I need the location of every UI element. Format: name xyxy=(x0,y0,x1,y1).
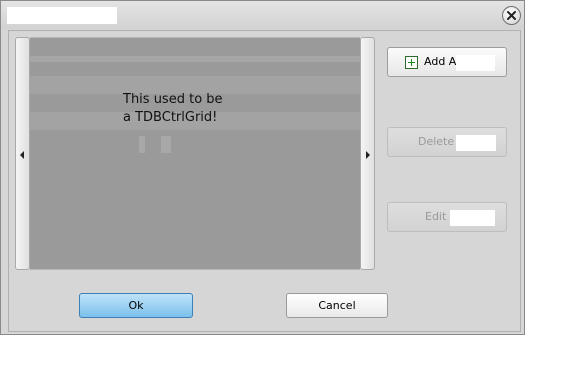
ctrl-grid-placeholder[interactable]: This used to be a TDBCtrlGrid! xyxy=(30,37,360,270)
cancel-button[interactable]: Cancel xyxy=(286,293,388,318)
delete-button[interactable]: Delete A xyxy=(387,127,507,157)
edit-button-label: Edit xyxy=(425,210,447,223)
previous-record-button[interactable] xyxy=(15,37,30,270)
grid-ghost-cell xyxy=(161,136,171,153)
grid-band xyxy=(30,56,360,62)
next-record-button[interactable] xyxy=(360,37,375,270)
add-label-redaction xyxy=(456,55,495,71)
grid-ghost-cell xyxy=(139,136,145,153)
delete-label-redaction xyxy=(456,135,496,151)
grid-placeholder-line-2: a TDBCtrlGrid! xyxy=(123,110,218,125)
right-arrow-icon xyxy=(366,151,370,159)
grid-placeholder-text: This used to be a TDBCtrlGrid! xyxy=(123,91,243,127)
grid-placeholder-line-1: This used to be xyxy=(123,92,223,107)
edit-label-redaction xyxy=(450,210,495,226)
add-record-icon xyxy=(405,56,418,69)
title-bar[interactable] xyxy=(1,1,524,29)
add-button-label: Add A xyxy=(424,55,457,68)
close-icon xyxy=(507,11,516,20)
edit-button[interactable]: Edit xyxy=(387,202,507,232)
add-button[interactable]: Add A xyxy=(387,47,507,77)
left-arrow-icon xyxy=(20,151,24,159)
close-button[interactable] xyxy=(502,6,521,25)
ok-button[interactable]: Ok xyxy=(79,293,193,318)
window-title xyxy=(7,7,117,24)
